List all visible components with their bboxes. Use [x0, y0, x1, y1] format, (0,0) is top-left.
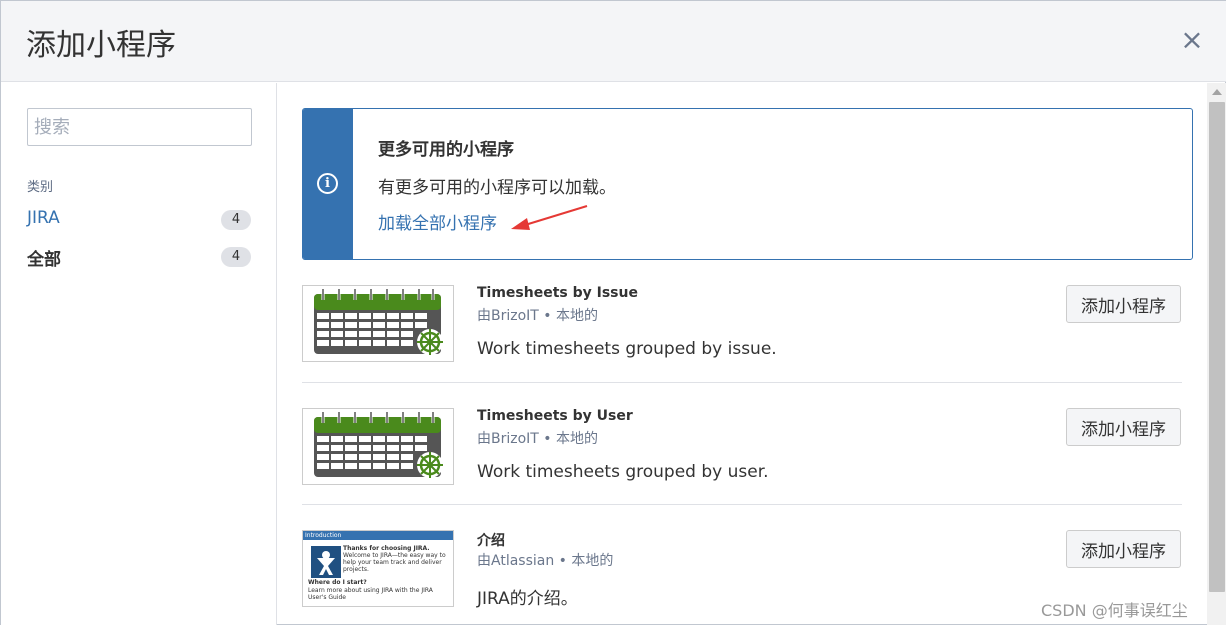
- divider: [302, 382, 1182, 383]
- gadget-name: 介绍: [477, 533, 505, 549]
- category-heading: 类别: [27, 180, 54, 195]
- divider: [302, 504, 1182, 505]
- gadget-list: i 更多可用的小程序 有更多可用的小程序可以加载。 加载全部小程序 Timesh…: [278, 83, 1207, 625]
- calendar-icon: [302, 285, 454, 362]
- scrollbar[interactable]: [1207, 83, 1226, 625]
- watermark: CSDN @何事误红尘: [1041, 601, 1188, 620]
- category-item-jira[interactable]: JIRA 4: [27, 208, 251, 234]
- gadget-name: Timesheets by Issue: [477, 285, 638, 301]
- category-count-badge: 4: [221, 210, 251, 230]
- category-label: JIRA: [27, 208, 60, 228]
- info-body: 有更多可用的小程序可以加载。: [378, 178, 616, 198]
- gadget-author: 由BrizoIT • 本地的: [477, 308, 599, 324]
- scrollbar-thumb[interactable]: [1209, 102, 1225, 592]
- thumbnail-text: Where do I start?: [308, 579, 367, 586]
- jira-logo-icon: [311, 546, 341, 578]
- thumbnail-text: Thanks for choosing JIRA.: [343, 545, 430, 552]
- thumbnail-text: Learn more about using JIRA with the JIR…: [308, 587, 433, 601]
- info-strip: i: [303, 109, 353, 259]
- info-title: 更多可用的小程序: [378, 140, 514, 160]
- gadget-author: 由Atlassian • 本地的: [477, 553, 614, 569]
- sidebar: 类别 JIRA 4 全部 4: [1, 83, 277, 625]
- add-gadget-button[interactable]: 添加小程序: [1066, 530, 1181, 568]
- gadget-description: JIRA的介绍。: [477, 589, 578, 609]
- add-gadget-button[interactable]: 添加小程序: [1066, 285, 1181, 323]
- load-all-gadgets-link[interactable]: 加载全部小程序: [378, 209, 497, 234]
- add-gadget-button[interactable]: 添加小程序: [1066, 408, 1181, 446]
- search-input[interactable]: [27, 108, 252, 146]
- introduction-thumbnail: Introduction Thanks for choosing JIRA. W…: [302, 530, 454, 607]
- add-gadget-dialog: 添加小程序 × 类别 JIRA 4 全部 4 i 更多可用的小程序 有更多可用的…: [0, 0, 1226, 625]
- category-count-badge: 4: [221, 247, 251, 267]
- red-arrow-annotation: [511, 205, 588, 230]
- thumbnail-title: Introduction: [303, 531, 453, 540]
- gadget-author: 由BrizoIT • 本地的: [477, 431, 599, 447]
- dialog-header: 添加小程序 ×: [1, 1, 1226, 82]
- category-item-all[interactable]: 全部 4: [27, 245, 251, 271]
- dialog-title: 添加小程序: [26, 28, 176, 63]
- thumbnail-text: Welcome to JIRA—the easy way to help you…: [343, 552, 446, 573]
- gadget-description: Work timesheets grouped by user.: [477, 462, 769, 482]
- calendar-icon: [302, 408, 454, 485]
- info-icon: i: [317, 173, 338, 194]
- gadget-description: Work timesheets grouped by issue.: [477, 339, 777, 359]
- scroll-up-icon[interactable]: [1212, 89, 1222, 95]
- info-message: i 更多可用的小程序 有更多可用的小程序可以加载。 加载全部小程序: [302, 108, 1193, 260]
- close-icon[interactable]: ×: [1176, 25, 1208, 57]
- category-label: 全部: [27, 250, 61, 270]
- gadget-name: Timesheets by User: [477, 408, 633, 424]
